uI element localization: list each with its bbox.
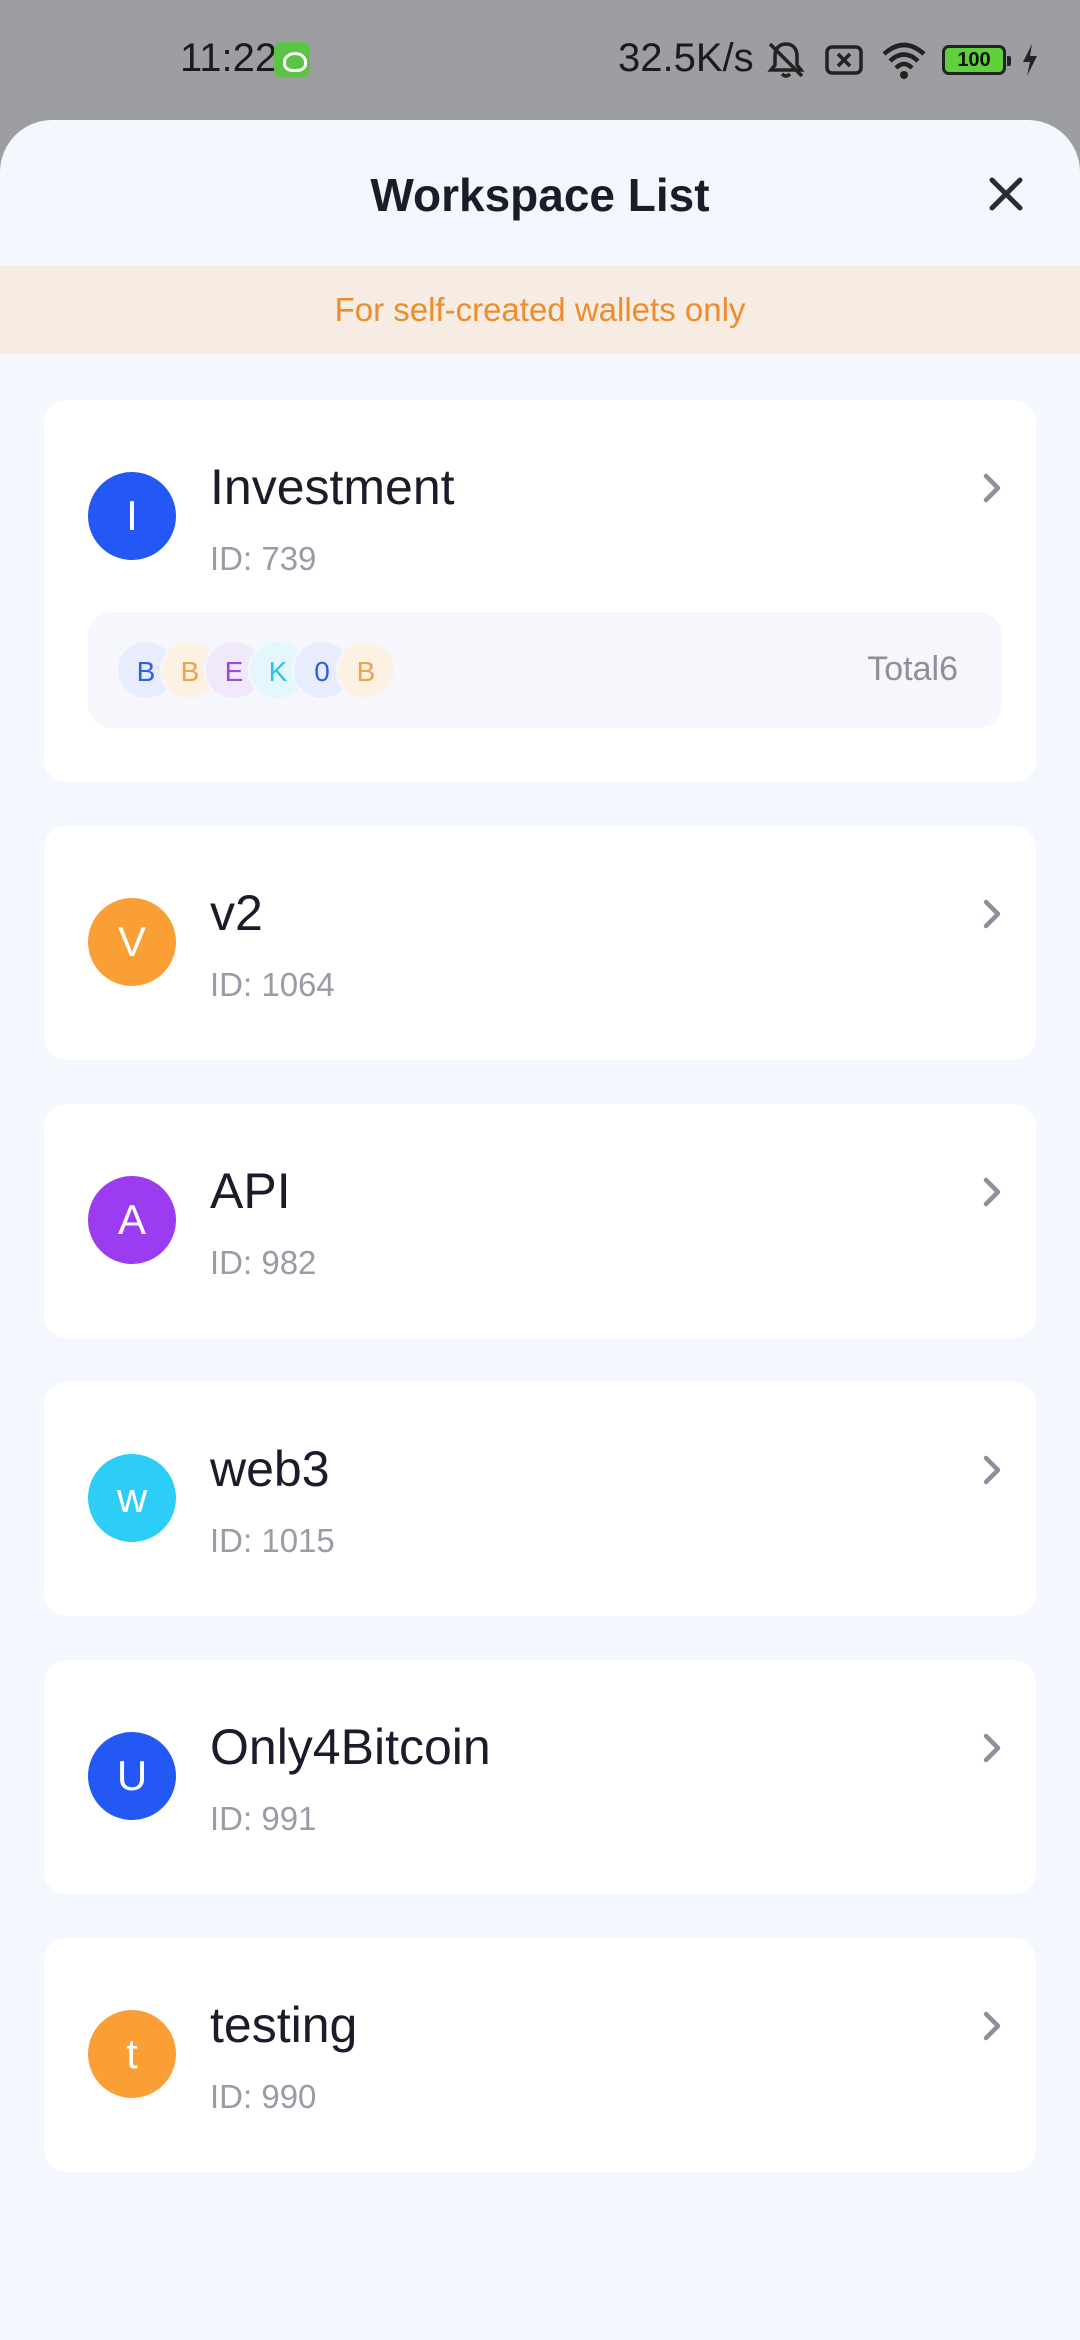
silent-bell-icon [767, 42, 805, 78]
sheet-title: Workspace List [370, 169, 710, 221]
workspace-id: ID: 991 [210, 1800, 317, 1837]
workspace-card[interactable]: t testing ID: 990 [44, 1938, 1036, 2172]
workspace-name: v2 [210, 885, 263, 941]
workspace-name: Investment [210, 459, 455, 515]
workspace-sheet: Workspace List For self-created wallets … [0, 120, 1080, 2340]
workspace-card[interactable]: A API ID: 982 [44, 1104, 1036, 1338]
workspace-name: Only4Bitcoin [210, 1719, 491, 1775]
workspace-name: testing [210, 1997, 358, 2053]
workspace-card[interactable]: I Investment ID: 739 B B E K 0 B Total6 [44, 400, 1036, 782]
status-time: 11:22 [180, 36, 278, 80]
workspace-card[interactable]: U Only4Bitcoin ID: 991 [44, 1660, 1036, 1894]
self-created-notice: For self-created wallets only [0, 266, 1080, 354]
close-icon[interactable] [984, 172, 1028, 216]
workspace-card[interactable]: V v2 ID: 1064 [44, 826, 1036, 1060]
wifi-icon [882, 42, 926, 79]
status-icons: 100 [764, 38, 1040, 82]
workspace-name: web3 [210, 1441, 330, 1497]
workspace-id: ID: 739 [210, 540, 317, 577]
status-bar: 11:22 32.5K/s 100 [0, 0, 1080, 120]
chevron-right-icon [983, 2011, 1001, 2041]
workspace-list: I Investment ID: 739 B B E K 0 B Total6 … [44, 400, 1036, 2216]
network-speed: 32.5K/s [618, 36, 754, 80]
wallet-total: Total6 [867, 650, 958, 688]
workspace-card[interactable]: w web3 ID: 1015 [44, 1382, 1036, 1616]
workspace-avatar: U [88, 1732, 176, 1820]
workspace-id: ID: 1015 [210, 1522, 335, 1559]
chevron-right-icon [983, 1455, 1001, 1485]
app-notification-icon [274, 42, 310, 78]
charging-bolt-icon [1023, 44, 1037, 76]
wallet-coin: B [336, 640, 396, 700]
workspace-id: ID: 990 [210, 2078, 317, 2115]
chevron-right-icon [983, 899, 1001, 929]
workspace-avatar: w [88, 1454, 176, 1542]
workspace-name: API [210, 1163, 291, 1219]
workspace-avatar: t [88, 2010, 176, 2098]
chevron-right-icon [983, 1733, 1001, 1763]
workspace-id: ID: 982 [210, 1244, 317, 1281]
chevron-right-icon [983, 1177, 1001, 1207]
workspace-avatar: V [88, 898, 176, 986]
sheet-header: Workspace List [0, 120, 1080, 266]
battery-icon: 100 [942, 45, 1011, 75]
wallet-strip[interactable]: B B E K 0 B Total6 [88, 612, 1002, 728]
chevron-right-icon [983, 473, 1001, 503]
workspace-id: ID: 1064 [210, 966, 335, 1003]
sim-card-off-icon [825, 45, 863, 75]
workspace-avatar: A [88, 1176, 176, 1264]
workspace-avatar: I [88, 472, 176, 560]
